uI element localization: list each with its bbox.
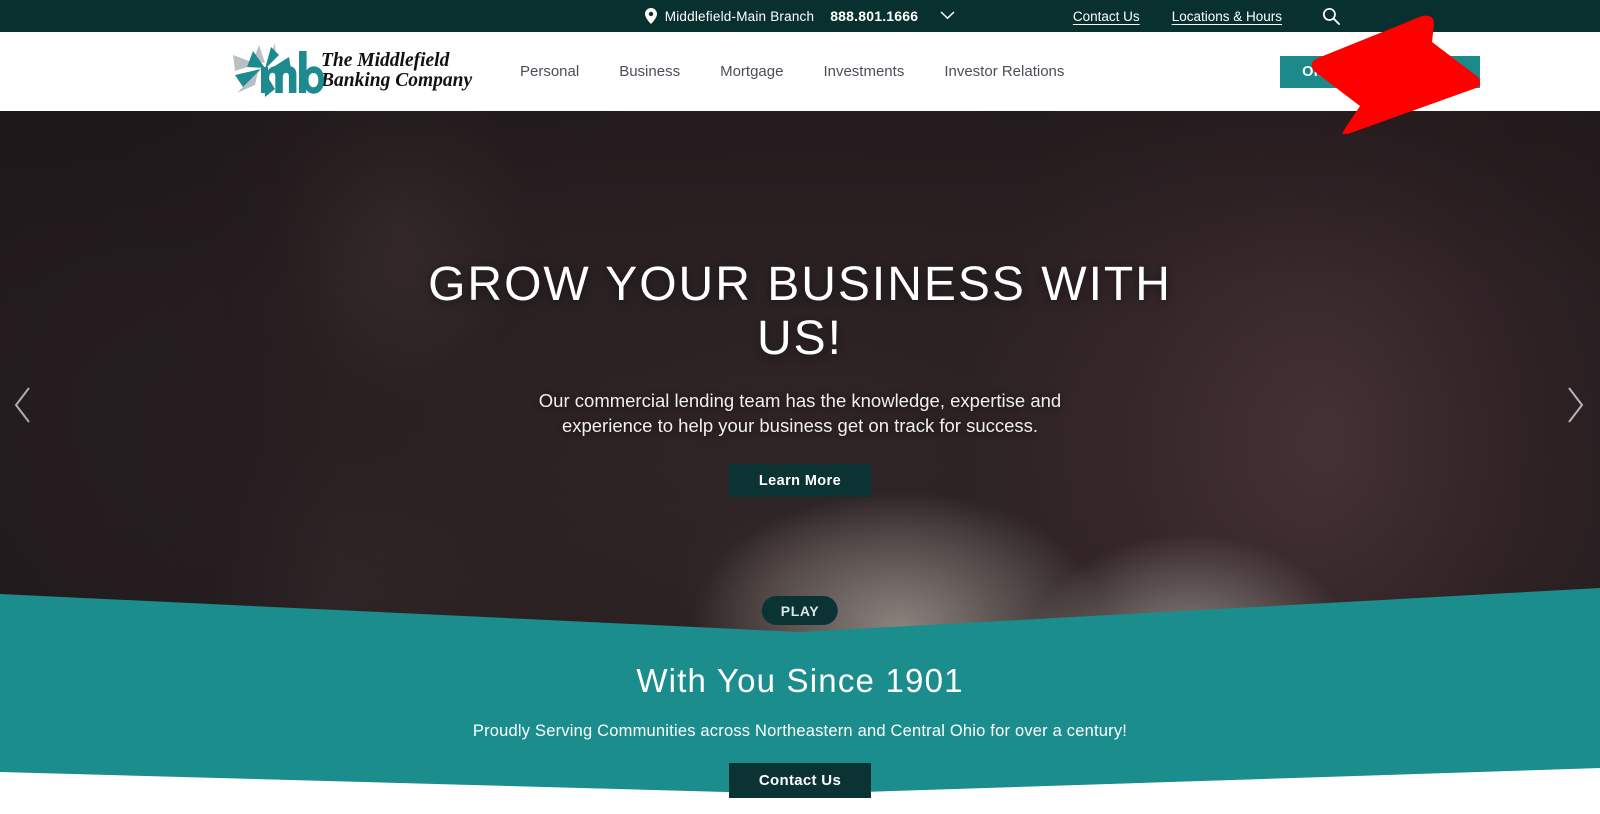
hero-title: GROW YOUR BUSINESS WITH US! [428, 258, 1172, 365]
promo-title: With You Since 1901 [636, 662, 964, 699]
page-root: Middlefield-Main Branch 888.801.1666 Con… [0, 0, 1600, 814]
location-pin-icon [644, 8, 657, 24]
contact-us-link[interactable]: Contact Us [1073, 9, 1140, 24]
logo-wordmark: The Middlefield Banking Company [321, 51, 472, 91]
top-utility-bar: Middlefield-Main Branch 888.801.1666 Con… [0, 0, 1600, 32]
nav-item-investor-relations[interactable]: Investor Relations [944, 63, 1064, 80]
nav-item-mortgage[interactable]: Mortgage [720, 63, 783, 80]
promo-subtitle: Proudly Serving Communities across North… [472, 722, 1128, 740]
carousel-play-button[interactable]: PLAY [761, 596, 839, 625]
chevron-left-icon [13, 386, 33, 429]
top-links-group: Contact Us Locations & Hours [1073, 0, 1342, 32]
carousel-next-button[interactable] [1558, 379, 1592, 435]
nav-item-personal[interactable]: Personal [520, 63, 579, 80]
nav-item-investments[interactable]: Investments [823, 63, 904, 80]
hero-subtitle: Our commercial lending team has the know… [538, 390, 1062, 436]
online-banking-login-button[interactable]: Online Banking Login [1280, 56, 1480, 88]
mb-star-logo-icon [231, 41, 327, 101]
branch-selector[interactable]: Middlefield-Main Branch 888.801.1666 [0, 0, 1600, 32]
search-icon[interactable] [1320, 5, 1342, 27]
carousel-prev-button[interactable] [6, 379, 40, 435]
site-logo[interactable]: The Middlefield Banking Company [231, 40, 472, 102]
branch-name: Middlefield-Main Branch [664, 8, 815, 24]
main-navigation: Personal Business Mortgage Investments I… [520, 32, 1104, 111]
chevron-right-icon [1565, 386, 1585, 429]
branch-phone[interactable]: 888.801.1666 [830, 8, 918, 24]
logo-line-2: Banking Company [321, 70, 473, 91]
logo-line-1: The Middlefield [321, 50, 450, 71]
site-header: The Middlefield Banking Company Personal… [0, 32, 1600, 111]
promo-contact-us-button[interactable]: Contact Us [728, 763, 872, 798]
locations-hours-link[interactable]: Locations & Hours [1172, 9, 1282, 24]
chevron-down-icon[interactable] [940, 7, 955, 25]
nav-item-business[interactable]: Business [619, 63, 680, 80]
hero-learn-more-button[interactable]: Learn More [728, 464, 872, 497]
